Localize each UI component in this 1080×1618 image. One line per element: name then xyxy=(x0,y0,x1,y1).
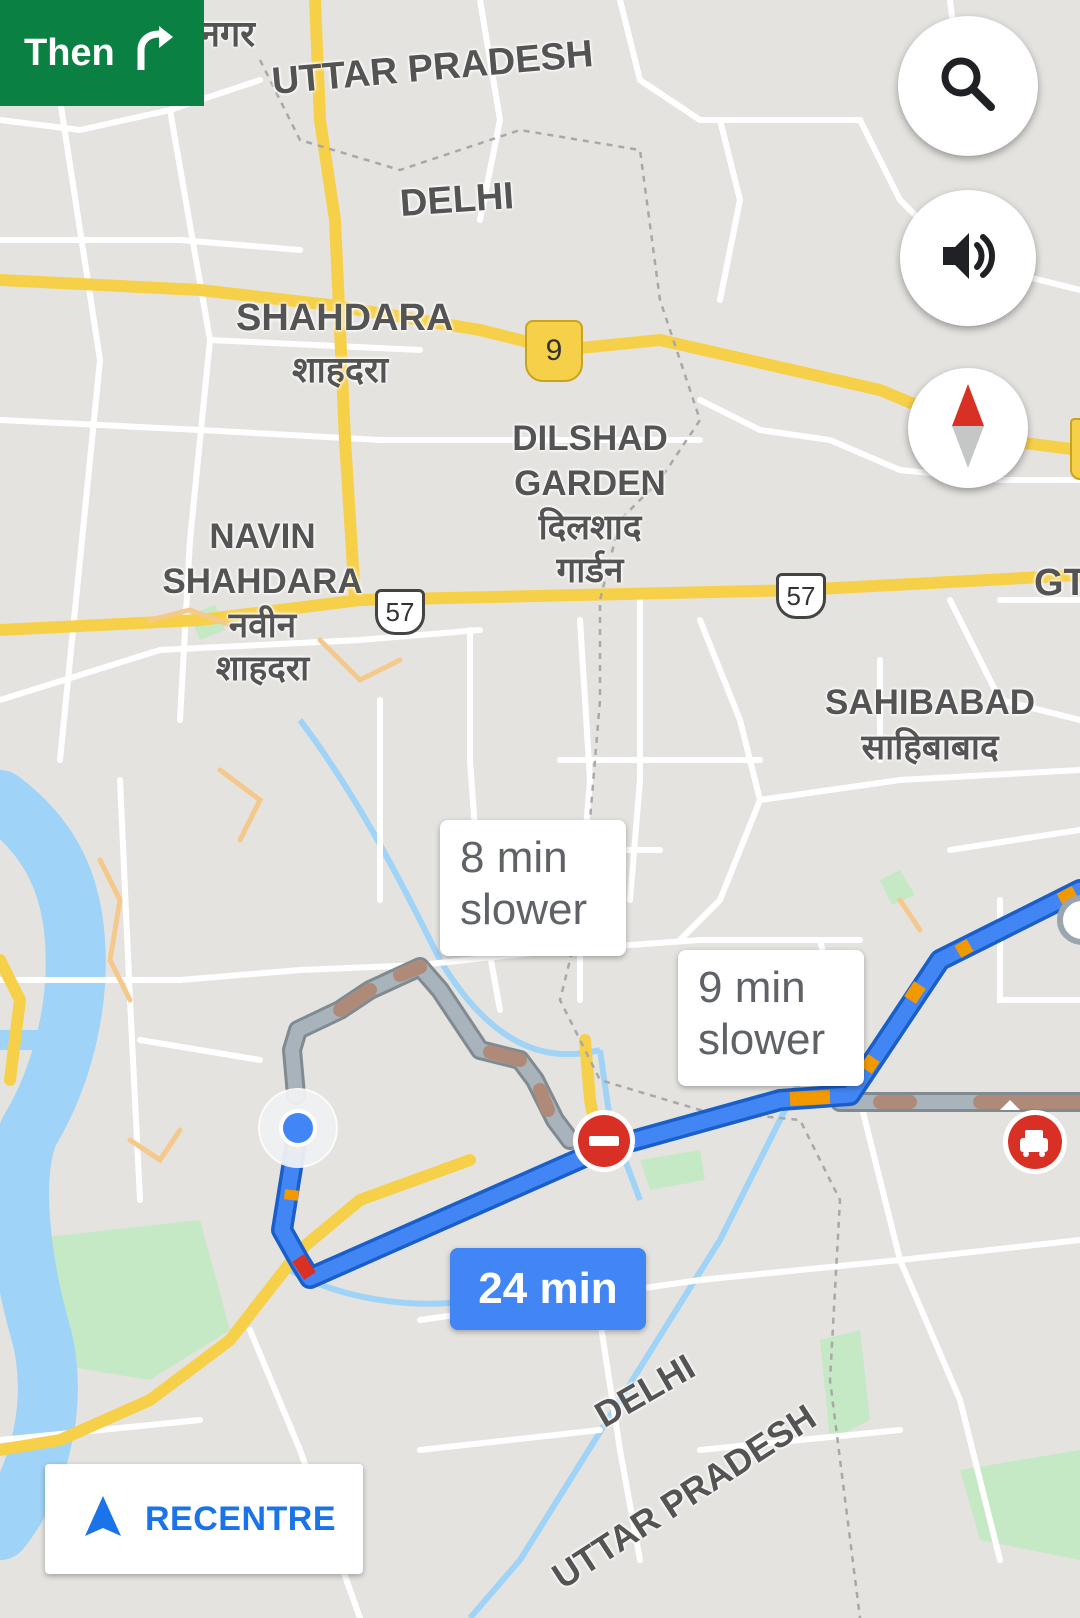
next-turn-label: Then xyxy=(24,31,115,74)
navin-hi-line-1: नवीन xyxy=(228,606,297,645)
current-location-icon[interactable] xyxy=(258,1088,338,1168)
eta-callout[interactable]: 24 min xyxy=(450,1248,646,1330)
compass-button[interactable] xyxy=(908,368,1028,488)
mute-button[interactable] xyxy=(900,190,1036,326)
dilshad-line-2: GARDEN xyxy=(514,463,666,503)
navigation-arrow-icon xyxy=(85,1495,121,1543)
search-icon xyxy=(935,51,1001,122)
highway-shield-57-right: 57 xyxy=(776,573,826,619)
map-label-gt: GT xyxy=(1034,562,1080,604)
sahibabad-en: SAHIBABAD xyxy=(825,683,1035,722)
dilshad-hi-line-2: गार्डन xyxy=(556,550,624,590)
alternative-route-1-callout[interactable]: 8 min slower xyxy=(440,820,626,956)
alt2-time: 9 min xyxy=(698,963,806,1012)
turn-right-icon xyxy=(129,25,179,81)
volume-icon xyxy=(933,221,1003,296)
alt1-slower: slower xyxy=(460,885,588,934)
recentre-label: RECENTRE xyxy=(145,1499,337,1538)
navin-line-1: NAVIN xyxy=(209,517,316,556)
alt1-time: 8 min xyxy=(460,833,568,882)
alternative-route-2-callout[interactable]: 9 min slower xyxy=(678,950,864,1086)
road-closure-icon[interactable] xyxy=(573,1110,635,1172)
destination-marker[interactable] xyxy=(1057,895,1080,945)
map-label-navin-shahdara: NAVIN SHAHDARA नवीन शाहदरा xyxy=(155,517,370,688)
map-label-sahibabad: SAHIBABAD साहिबाबाद xyxy=(815,683,1045,767)
map-label-shahdara-hi: शाहदरा xyxy=(292,349,389,390)
map-label-delhi-top: DELHI xyxy=(398,175,516,225)
search-button[interactable] xyxy=(898,16,1038,156)
highway-shield-partial xyxy=(1070,418,1080,480)
highway-shield-9: 9 xyxy=(525,320,583,382)
dilshad-hi-line-1: दिलशाद xyxy=(538,508,642,547)
map-label-nagar: नगर xyxy=(200,13,255,54)
recentre-button[interactable]: RECENTRE xyxy=(45,1464,363,1574)
navin-line-2: SHAHDARA xyxy=(162,561,363,601)
next-turn-banner[interactable]: Then xyxy=(0,0,204,106)
map-label-dilshad-garden: DILSHAD GARDEN दिलशाद गार्डन xyxy=(500,419,680,590)
sahibabad-hi: साहिबाबाद xyxy=(861,727,999,767)
map-label-shahdara: SHAHDARA xyxy=(236,297,454,339)
dilshad-line-1: DILSHAD xyxy=(512,419,668,458)
compass-icon xyxy=(948,383,988,473)
highway-shield-57-left: 57 xyxy=(375,589,425,635)
navin-hi-line-2: शाहदरा xyxy=(215,648,310,688)
eta-label: 24 min xyxy=(478,1264,618,1313)
alt2-slower: slower xyxy=(698,1015,826,1064)
